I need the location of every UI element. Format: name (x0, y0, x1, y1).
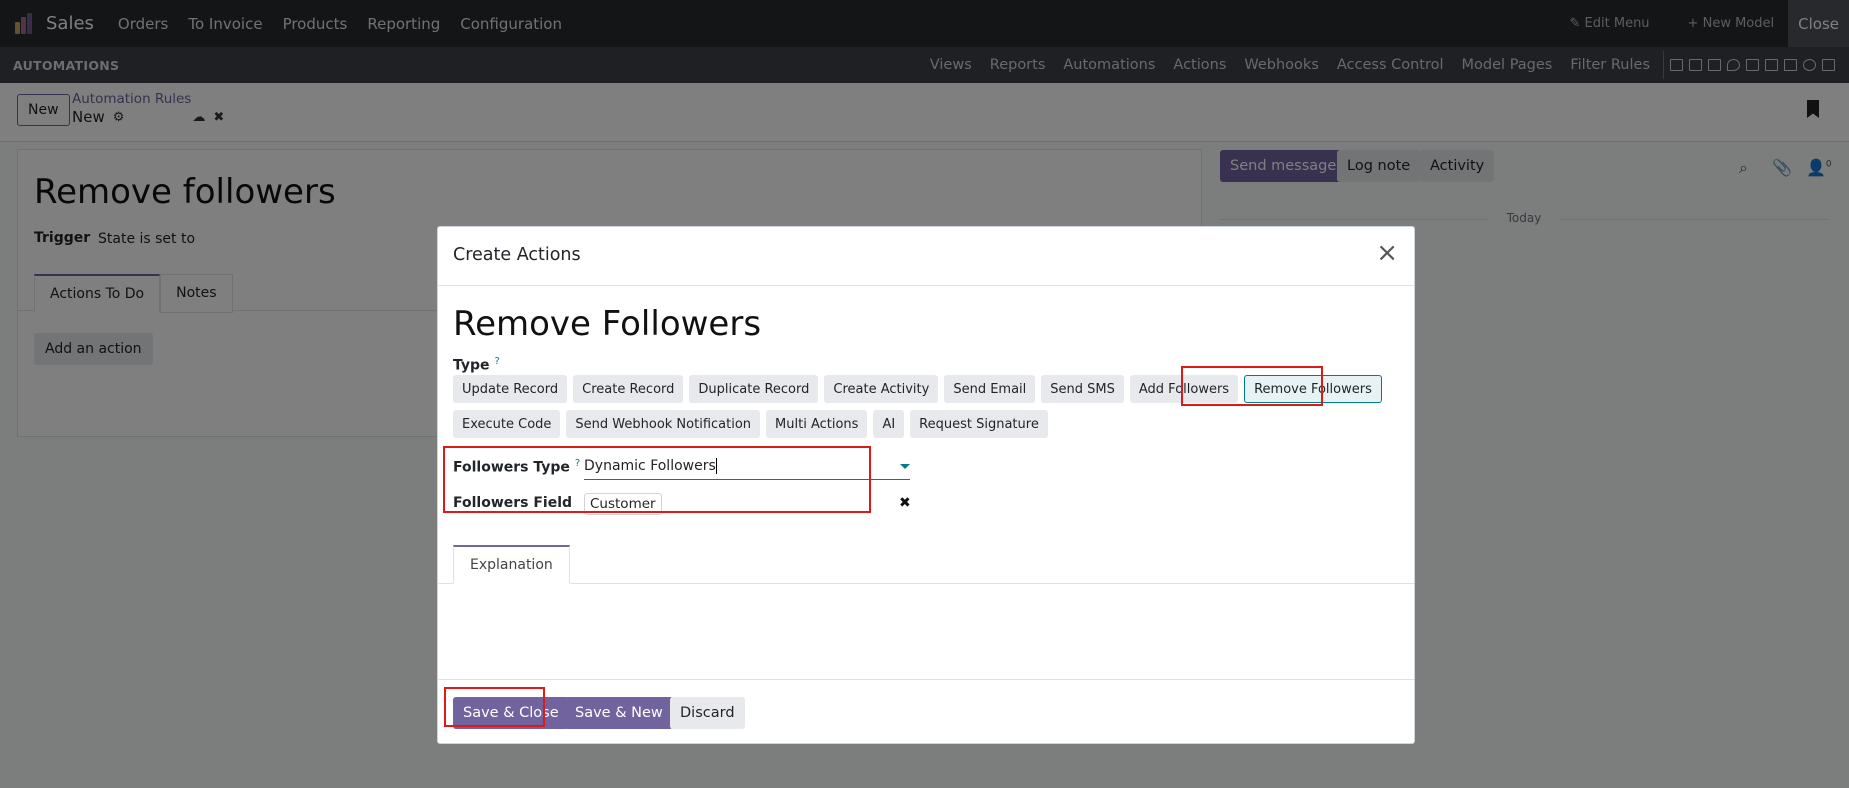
type-duplicate-record[interactable]: Duplicate Record (689, 375, 819, 403)
help-icon[interactable]: ? (495, 356, 500, 367)
type-send-sms[interactable]: Send SMS (1041, 375, 1124, 403)
close-icon[interactable]: × (1376, 240, 1398, 266)
type-multi-actions[interactable]: Multi Actions (766, 410, 868, 438)
dialog-header: Create Actions × (438, 227, 1414, 286)
dialog-title: Create Actions (453, 245, 581, 265)
dialog-footer: Save & Close Save & New Discard (438, 679, 1414, 743)
type-label: Type? (453, 356, 500, 374)
type-execute-code[interactable]: Execute Code (453, 410, 561, 438)
tab-divider (438, 583, 1414, 584)
type-create-record[interactable]: Create Record (573, 375, 684, 403)
tab-explanation[interactable]: Explanation (453, 545, 570, 584)
type-options-row-2: Execute Code Send Webhook Notification M… (453, 410, 1048, 438)
clear-field-icon[interactable]: ✖ (899, 495, 911, 511)
action-name[interactable]: Remove Followers (453, 304, 761, 344)
type-ai[interactable]: AI (873, 410, 905, 438)
highlight-box-followers (443, 446, 871, 513)
chevron-down-icon[interactable] (900, 464, 910, 469)
type-label-text: Type (453, 357, 490, 374)
highlight-box-type (1181, 366, 1323, 406)
create-actions-dialog: Create Actions × Remove Followers Type? … (437, 226, 1415, 744)
type-send-webhook[interactable]: Send Webhook Notification (566, 410, 761, 438)
type-create-activity[interactable]: Create Activity (824, 375, 939, 403)
discard-button[interactable]: Discard (670, 697, 745, 729)
type-send-email[interactable]: Send Email (944, 375, 1036, 403)
highlight-box-save (444, 687, 545, 727)
type-request-signature[interactable]: Request Signature (910, 410, 1048, 438)
type-update-record[interactable]: Update Record (453, 375, 568, 403)
save-new-button[interactable]: Save & New (565, 697, 673, 729)
